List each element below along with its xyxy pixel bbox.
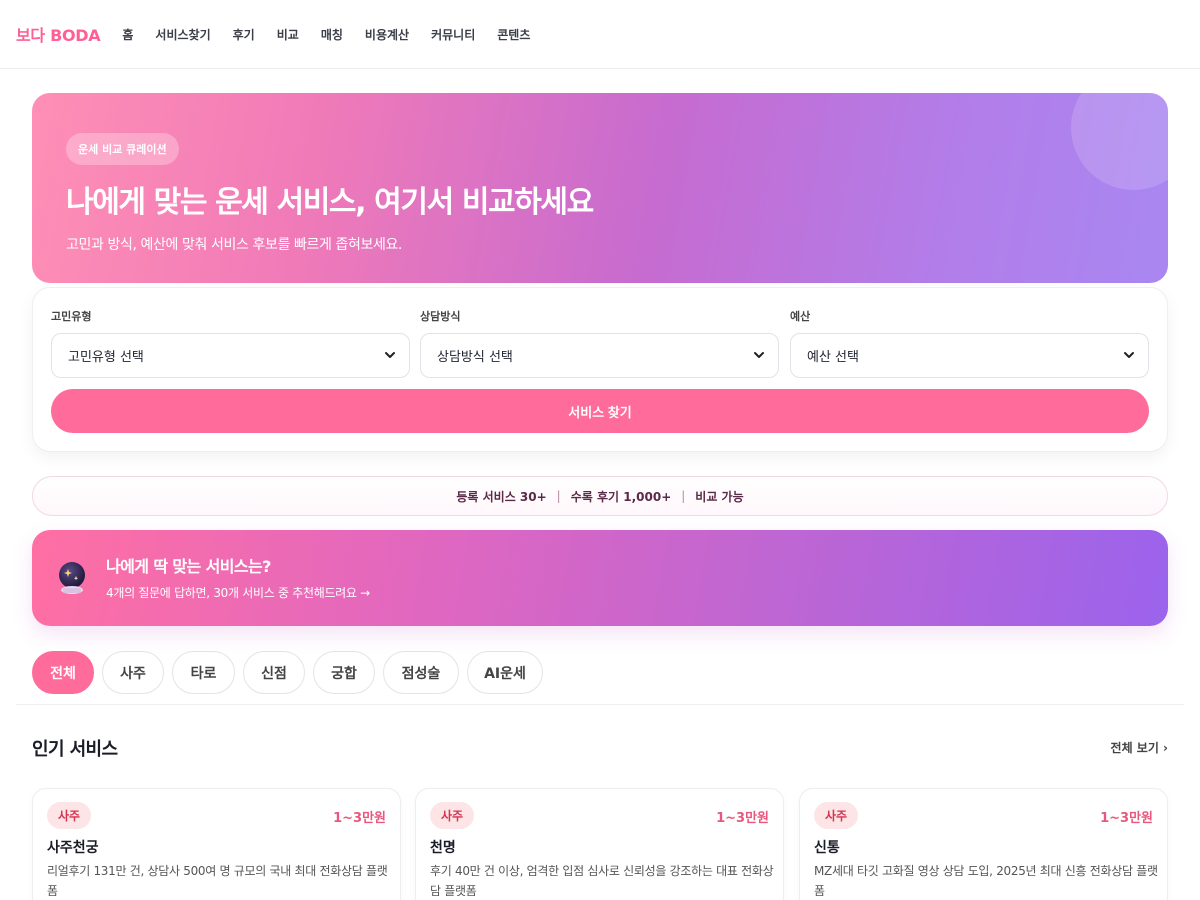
hero-banner: 운세 비교 큐레이션 나에게 맞는 운세 서비스, 여기서 비교하세요 고민과 … [32,93,1168,283]
stat-separator: | [681,489,686,503]
nav-item-reviews[interactable]: 후기 [233,26,255,43]
nav-item-find-services[interactable]: 서비스찾기 [155,26,210,43]
tab-astrology[interactable]: 점성술 [383,651,459,694]
brand-logo[interactable]: 보다 BODA [16,22,101,46]
nav-item-compare[interactable]: 비교 [277,26,299,43]
budget-label: 예산 [790,310,811,323]
stat-reviews: 수록 후기 1,000+ [570,489,672,504]
service-card[interactable]: 사주 1~3만원 사주천궁 리얼후기 131만 건, 상담사 500여 명 규모… [32,788,401,900]
service-name: 신통 [814,840,840,856]
service-name: 천명 [430,840,456,856]
stat-services: 등록 서비스 30+ [456,489,547,504]
tab-compatibility[interactable]: 궁합 [313,651,375,694]
concern-select[interactable]: 고민유형 선택 [51,333,410,378]
main-nav: 홈 서비스찾기 후기 비교 매칭 비용계산 커뮤니티 콘텐츠 [122,26,530,43]
category-badge: 사주 [814,802,859,829]
recommendation-quiz-banner[interactable]: 나에게 딱 맞는 서비스는? 4개의 질문에 답하면, 30개 서비스 중 추천… [32,530,1168,626]
service-filter-card: 고민유형 고민유형 선택 상담방식 상담방식 선택 예산 예산 선택 서비스 찾… [32,287,1168,452]
hero-title: 나에게 맞는 운세 서비스, 여기서 비교하세요 [66,185,594,220]
hero-subtitle: 고민과 방식, 예산에 맞춰 서비스 후보를 빠르게 좁혀보세요. [66,237,402,253]
price-range: 1~3만원 [1100,811,1153,826]
method-label: 상담방식 [420,310,461,323]
service-description: 리얼후기 131만 건, 상담사 500여 명 규모의 국내 최대 전화상담 플… [47,864,388,898]
chevron-down-icon [754,352,764,358]
chevron-down-icon [385,352,395,358]
stat-separator: | [556,489,561,503]
price-range: 1~3만원 [716,811,769,826]
hero-badge: 운세 비교 큐레이션 [66,133,179,165]
method-select[interactable]: 상담방식 선택 [420,333,779,378]
divider [16,704,1184,705]
tab-tarot[interactable]: 타로 [172,651,235,694]
chevron-down-icon [1124,352,1134,358]
budget-select[interactable]: 예산 선택 [790,333,1149,378]
concern-select-value: 고민유형 선택 [68,350,144,365]
service-card[interactable]: 사주 1~3만원 천명 후기 40만 건 이상, 엄격한 입점 심사로 신뢰성을… [415,788,784,900]
tab-ai-fortune[interactable]: AI운세 [467,651,543,694]
stats-bar: 등록 서비스 30+ | 수록 후기 1,000+ | 비교 가능 [32,476,1168,516]
service-description: 후기 40만 건 이상, 엄격한 입점 심사로 신뢰성을 강조하는 대표 전화상… [430,864,774,898]
crystal-ball-icon [59,562,85,594]
service-description: MZ세대 타깃 고화질 영상 상담 도입, 2025년 최대 신흥 전화상담 플… [814,864,1158,898]
price-range: 1~3만원 [333,811,386,826]
concern-label: 고민유형 [51,310,92,323]
service-card[interactable]: 사주 1~3만원 신통 MZ세대 타깃 고화질 영상 상담 도입, 2025년 … [799,788,1168,900]
recommend-subtitle: 4개의 질문에 답하면, 30개 서비스 중 추천해드려요 → [106,586,370,600]
method-select-value: 상담방식 선택 [437,350,513,365]
find-services-button[interactable]: 서비스 찾기 [51,389,1149,433]
stat-compare: 비교 가능 [695,489,744,504]
nav-item-home[interactable]: 홈 [122,26,133,43]
hero-decorative-circle [1071,93,1168,190]
category-badge: 사주 [47,802,92,829]
view-all-link[interactable]: 전체 보기 › [1111,739,1168,756]
recommend-title: 나에게 딱 맞는 서비스는? [106,557,271,576]
tab-all[interactable]: 전체 [32,651,94,694]
nav-item-matching[interactable]: 매칭 [321,26,343,43]
category-badge: 사주 [430,802,475,829]
category-tabs: 전체 사주 타로 신점 궁합 점성술 AI운세 [32,651,543,694]
nav-item-community[interactable]: 커뮤니티 [431,26,475,43]
service-name: 사주천궁 [47,840,99,856]
top-navbar: 보다 BODA 홈 서비스찾기 후기 비교 매칭 비용계산 커뮤니티 콘텐츠 [0,0,1200,69]
nav-item-cost-calculator[interactable]: 비용계산 [365,26,409,43]
tab-saju[interactable]: 사주 [102,651,164,694]
budget-select-value: 예산 선택 [807,350,859,365]
popular-section-title: 인기 서비스 [32,739,118,760]
nav-item-contents[interactable]: 콘텐츠 [497,26,530,43]
tab-shinjeom[interactable]: 신점 [243,651,305,694]
